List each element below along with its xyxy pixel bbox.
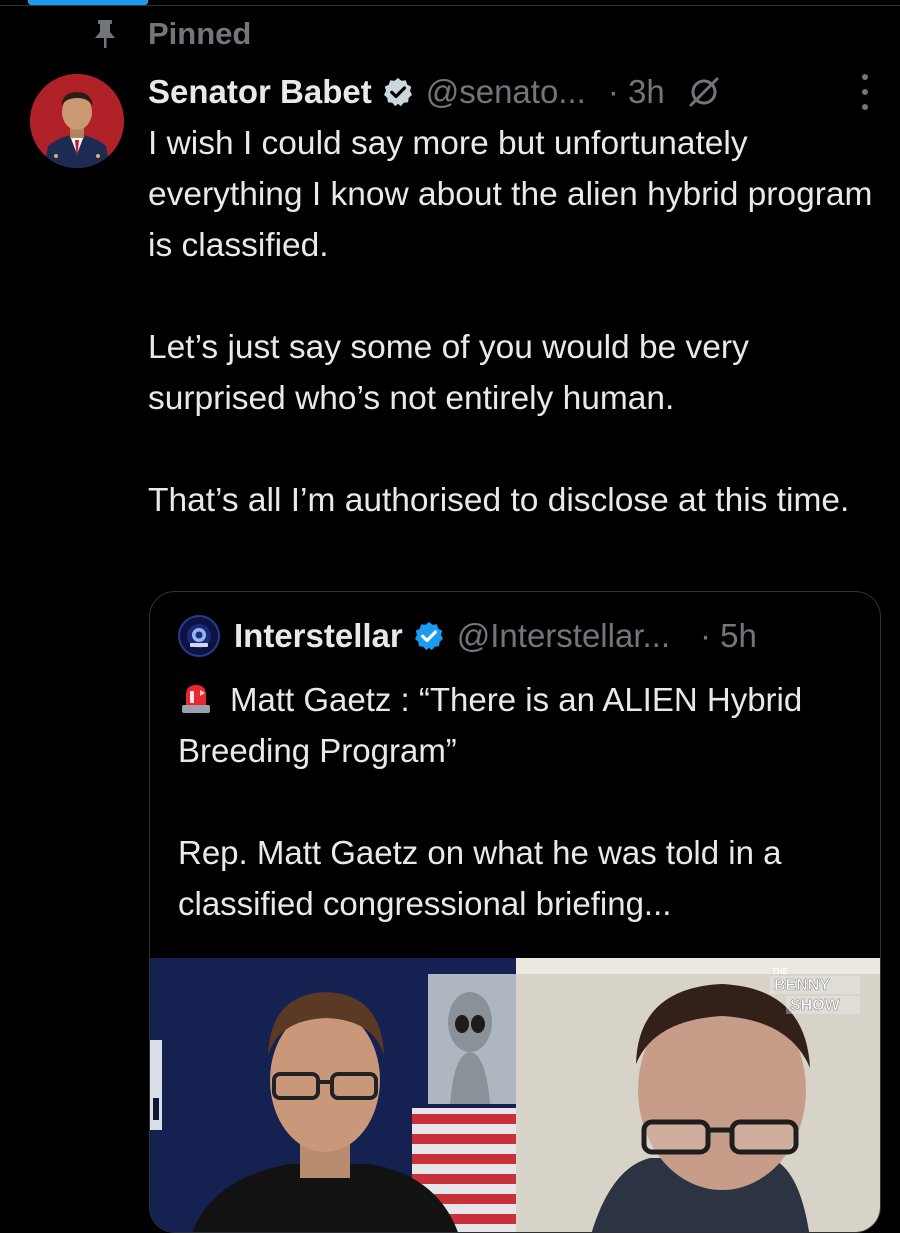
svg-text:SHOW: SHOW — [790, 997, 841, 1014]
verified-badge-icon[interactable] — [413, 620, 445, 652]
siren-emoji-icon — [178, 678, 214, 714]
author-name[interactable]: Senator Babet — [148, 73, 372, 111]
svg-text:BENNY: BENNY — [774, 977, 830, 994]
quoted-post-time[interactable]: · 5h — [700, 617, 757, 655]
author-handle[interactable]: @senato... — [426, 73, 586, 111]
quoted-author-avatar[interactable] — [178, 615, 220, 657]
post-text: I wish I could say more but unfortunatel… — [148, 125, 873, 519]
active-tab-indicator — [28, 0, 148, 5]
quoted-author-name[interactable]: Interstellar — [234, 617, 403, 655]
video-thumbnail[interactable]: THE BENNY SHOW — [150, 958, 880, 1232]
pinned-label: Pinned — [148, 16, 252, 51]
quoted-post-card[interactable]: Interstellar @Interstellar... · 5h Matt … — [149, 591, 881, 1233]
quoted-post-body: Matt Gaetz : “There is an ALIEN Hybrid B… — [178, 674, 868, 929]
pin-icon — [90, 19, 120, 49]
quoted-post-headline-text: Matt Gaetz : “There is an ALIEN Hybrid B… — [178, 681, 803, 769]
author-avatar[interactable] — [30, 74, 124, 168]
quoted-post-headline: Matt Gaetz : “There is an ALIEN Hybrid B… — [178, 674, 868, 776]
verified-badge-icon[interactable] — [382, 76, 414, 108]
grok-icon[interactable] — [687, 75, 721, 109]
quoted-post-text: Rep. Matt Gaetz on what he was told in a… — [178, 834, 782, 922]
quoted-author-handle[interactable]: @Interstellar... — [457, 617, 670, 655]
quoted-post-header: Interstellar @Interstellar... · 5h — [178, 612, 757, 660]
post-header: Senator Babet @senato... · 3h — [148, 68, 888, 116]
pinned-indicator: Pinned — [90, 14, 251, 54]
post-time[interactable]: · 3h — [608, 73, 665, 111]
svg-text:THE: THE — [772, 967, 789, 976]
more-icon[interactable] — [856, 74, 874, 110]
